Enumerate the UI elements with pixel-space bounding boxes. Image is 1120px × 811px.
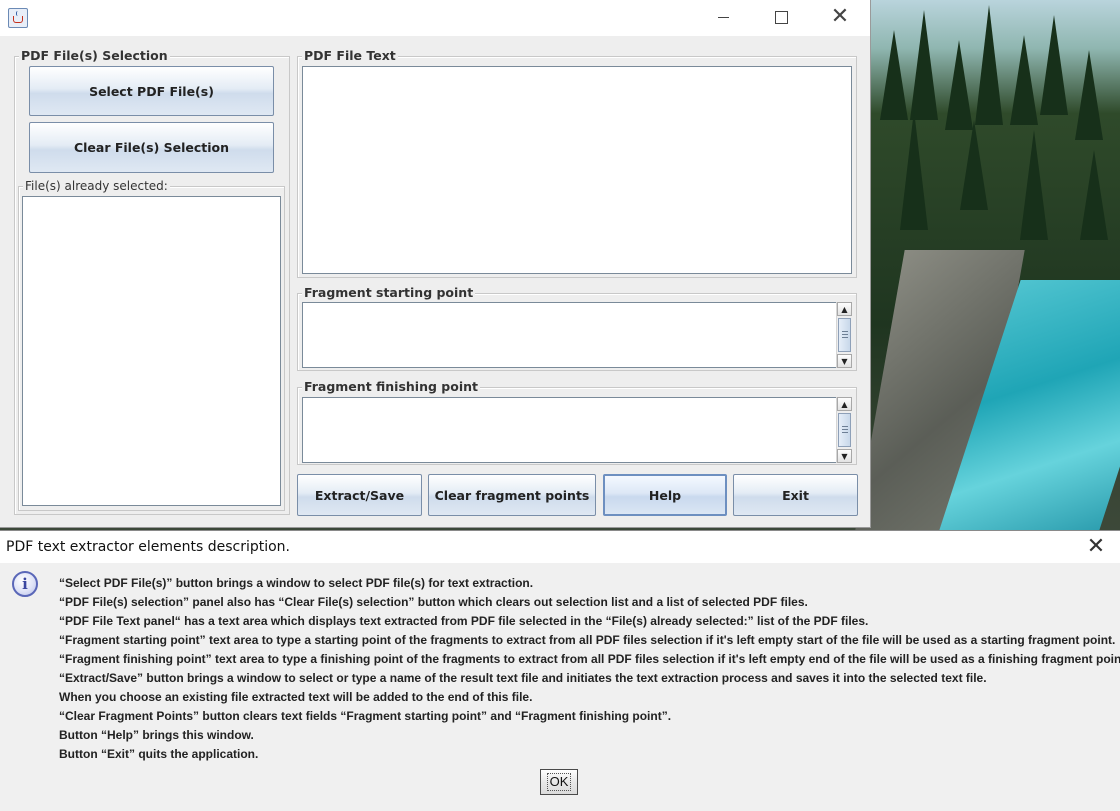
selected-files-title: File(s) already selected:	[23, 178, 170, 194]
help-button[interactable]: Help	[603, 474, 727, 516]
wallpaper-tree	[1010, 35, 1038, 125]
dialog-line: “Extract/Save” button brings a window to…	[59, 671, 987, 685]
maximize-icon	[774, 10, 788, 24]
extract-save-button[interactable]: Extract/Save	[297, 474, 422, 516]
pdf-text-title: PDF File Text	[302, 48, 398, 64]
wallpaper-tree	[880, 30, 908, 120]
dialog-line: When you choose an existing file extract…	[59, 690, 533, 704]
ok-button[interactable]: OK	[540, 769, 578, 795]
scroll-thumb[interactable]	[838, 318, 851, 352]
close-icon: ✕	[1086, 534, 1106, 559]
select-pdf-button[interactable]: Select PDF File(s)	[29, 66, 274, 116]
scroll-up-icon[interactable]: ▲	[837, 397, 852, 411]
exit-button[interactable]: Exit	[733, 474, 858, 516]
fragment-finish-title: Fragment finishing point	[302, 379, 480, 395]
wallpaper-tree	[1075, 50, 1103, 140]
fragment-finish-scrollbar[interactable]: ▲ ▼	[836, 397, 852, 463]
selected-files-list[interactable]	[22, 196, 281, 506]
pdf-selection-title: PDF File(s) Selection	[19, 48, 170, 64]
wallpaper-tree	[1020, 130, 1048, 240]
java-icon	[8, 8, 28, 28]
maximize-button[interactable]	[752, 0, 810, 36]
wallpaper-tree	[1040, 15, 1068, 115]
info-icon: i	[12, 571, 38, 597]
scroll-thumb[interactable]	[838, 413, 851, 447]
clear-selection-button[interactable]: Clear File(s) Selection	[29, 122, 274, 173]
wallpaper-tree	[900, 110, 928, 230]
close-icon: ✕	[830, 4, 850, 29]
dialog-line: “PDF File Text panel“ has a text area wh…	[59, 614, 869, 628]
wallpaper-tree	[975, 5, 1003, 125]
dialog-line: Button “Exit” quits the application.	[59, 747, 259, 761]
fragment-start-scrollbar[interactable]: ▲ ▼	[836, 302, 852, 368]
dialog-line: “Select PDF File(s)” button brings a win…	[59, 576, 534, 590]
pdf-text-area[interactable]	[302, 66, 852, 274]
scroll-down-icon[interactable]: ▼	[837, 354, 852, 368]
dialog-close-button[interactable]: ✕	[1078, 531, 1114, 563]
clear-fragment-points-button[interactable]: Clear fragment points	[428, 474, 596, 516]
close-button[interactable]: ✕	[811, 0, 869, 36]
fragment-start-title: Fragment starting point	[302, 285, 476, 301]
wallpaper-tree	[945, 40, 973, 130]
dialog-title: PDF text extractor elements description.	[6, 539, 291, 555]
wallpaper-tree	[960, 120, 988, 210]
dialog-line: “PDF File(s) selection” panel also has “…	[59, 595, 808, 609]
dialog-line: “Fragment finishing point” text area to …	[59, 652, 1120, 666]
dialog-message: “Select PDF File(s)” button brings a win…	[59, 574, 1120, 764]
minimize-button[interactable]	[694, 0, 752, 36]
ok-label: OK	[546, 773, 572, 791]
app-window: ✕ PDF File(s) Selection Select PDF File(…	[0, 0, 870, 527]
dialog-line: “Fragment starting point” text area to t…	[59, 633, 1116, 647]
fragment-start-input[interactable]	[302, 302, 838, 368]
fragment-finish-input[interactable]	[302, 397, 838, 463]
scroll-down-icon[interactable]: ▼	[837, 449, 852, 463]
window-titlebar[interactable]: ✕	[0, 0, 870, 36]
wallpaper-tree	[910, 10, 938, 120]
dialog-titlebar[interactable]: PDF text extractor elements description.…	[0, 531, 1120, 563]
dialog-line: Button “Help” brings this window.	[59, 728, 254, 742]
wallpaper-tree	[1080, 150, 1108, 240]
minimize-icon	[717, 16, 729, 18]
help-dialog: PDF text extractor elements description.…	[0, 531, 1120, 811]
scroll-up-icon[interactable]: ▲	[837, 302, 852, 316]
dialog-line: “Clear Fragment Points” button clears te…	[59, 709, 672, 723]
